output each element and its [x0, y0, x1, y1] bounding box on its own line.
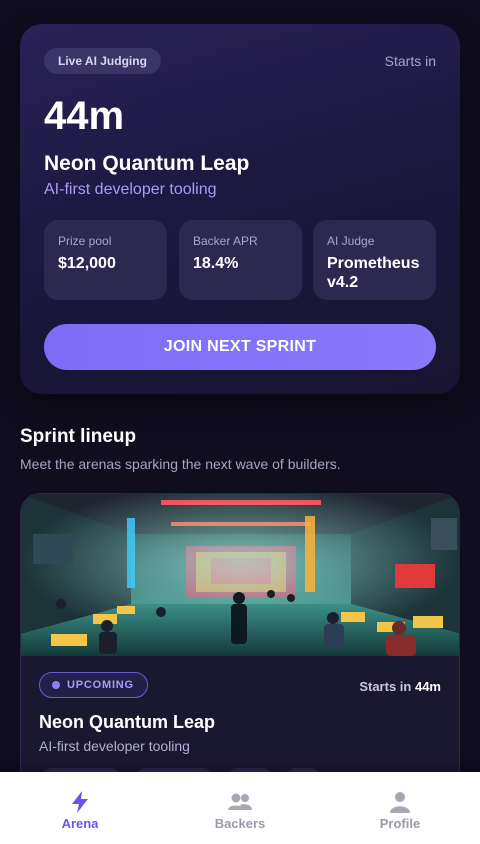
stat-label: Prize pool	[58, 234, 112, 248]
stat-value: $12,000	[58, 255, 116, 272]
tab-profile[interactable]: Profile	[320, 772, 480, 844]
card-subtitle: AI-first developer tooling	[39, 738, 190, 754]
stat-ai-judge: AI Judge Prometheus v4.2	[313, 220, 436, 300]
hero-card: Live AI Judging Starts in 44m Neon Quant…	[20, 24, 460, 394]
section-title: Sprint lineup	[20, 426, 137, 447]
starts-prefix: Starts in	[359, 679, 412, 694]
card-starts-in: Starts in 44m	[359, 679, 441, 694]
tab-arena[interactable]: Arena	[0, 772, 160, 844]
tab-label: Backers	[214, 816, 266, 828]
sprint-card[interactable]: UPCOMING Starts in 44m Neon Quantum Leap…	[20, 493, 460, 813]
bottom-tab-bar: Arena Backers Profile	[0, 772, 480, 844]
users-icon	[228, 793, 252, 810]
hero-subtitle: AI-first developer tooling	[44, 181, 217, 198]
stat-prize-pool: Prize pool $12,000	[44, 220, 167, 300]
stat-label: AI Judge	[327, 234, 375, 248]
live-judging-badge: Live AI Judging	[44, 48, 161, 74]
countdown-timer: 44m	[44, 94, 125, 138]
starts-value: 44m	[414, 679, 441, 694]
join-next-sprint-button[interactable]: JOIN NEXT SPRINT	[44, 324, 436, 370]
lightning-icon	[72, 791, 88, 813]
app-screen: Live AI Judging Starts in 44m Neon Quant…	[0, 0, 480, 844]
card-title: Neon Quantum Leap	[39, 712, 216, 732]
status-dot-icon	[52, 681, 60, 689]
stat-backer-apr: Backer APR 18.4%	[179, 220, 302, 300]
section-subtitle: Meet the arenas sparking the next wave o…	[20, 456, 341, 472]
user-icon	[390, 792, 410, 813]
stat-value: 18.4%	[193, 255, 239, 272]
stat-value: Prometheus v4.2	[327, 255, 420, 291]
starts-in-label: Starts in	[384, 53, 436, 69]
stat-label: Backer APR	[193, 234, 258, 248]
tab-label: Arena	[61, 816, 99, 828]
neon-hackathon-arena-image	[21, 494, 459, 656]
hero-title: Neon Quantum Leap	[44, 152, 250, 175]
tab-label: Profile	[379, 816, 421, 828]
status-text: UPCOMING	[67, 679, 134, 691]
status-badge: UPCOMING	[39, 672, 148, 698]
tab-backers[interactable]: Backers	[160, 772, 320, 844]
